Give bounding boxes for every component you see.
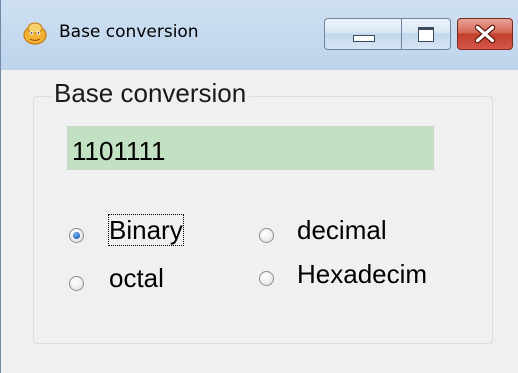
- binary-radio[interactable]: [69, 228, 84, 243]
- groupbox-label: Base conversion: [51, 78, 250, 108]
- binary-radio-label[interactable]: Binary: [108, 214, 184, 246]
- hexadecimal-radio[interactable]: [259, 271, 274, 286]
- maximize-icon: [418, 27, 434, 42]
- client-area: Base conversion Binary decimal octal Hex…: [1, 70, 518, 373]
- close-button[interactable]: [457, 18, 513, 50]
- decimal-radio[interactable]: [259, 228, 274, 243]
- app-window: Base conversion Base conversion Binary d…: [0, 0, 518, 373]
- value-input[interactable]: [67, 126, 434, 170]
- app-icon: [23, 22, 47, 45]
- title-bar[interactable]: Base conversion: [1, 0, 518, 70]
- hexadecimal-radio-label[interactable]: Hexadecim: [297, 259, 427, 289]
- decimal-radio-label[interactable]: decimal: [297, 215, 387, 245]
- octal-radio-label[interactable]: octal: [109, 263, 164, 293]
- minimize-button[interactable]: [324, 18, 402, 50]
- window-title: Base conversion: [59, 22, 199, 42]
- maximize-button[interactable]: [401, 18, 451, 50]
- octal-radio[interactable]: [69, 276, 84, 291]
- minimize-icon: [353, 35, 375, 42]
- close-icon: [474, 24, 496, 44]
